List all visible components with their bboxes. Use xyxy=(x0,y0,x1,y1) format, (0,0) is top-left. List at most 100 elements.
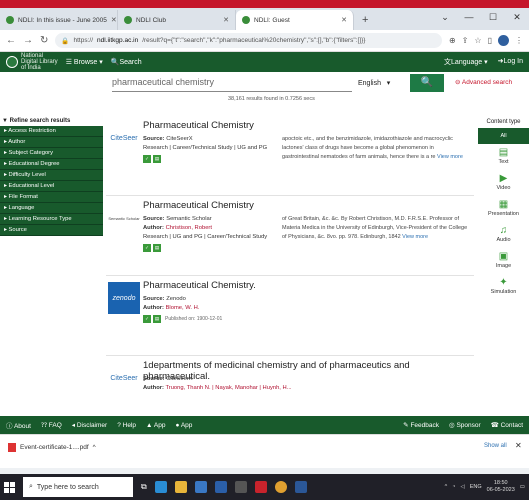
edge-icon[interactable] xyxy=(154,481,167,493)
footer-help[interactable]: ? Help xyxy=(117,422,136,429)
content-type-label: Simulation xyxy=(490,289,517,295)
windows-start-icon[interactable] xyxy=(4,481,15,493)
advanced-search-icon: ⊖ xyxy=(455,79,462,86)
ndl-logo[interactable]: National Digital Library of India xyxy=(6,53,58,71)
footer-disclaimer[interactable]: ◂ Disclaimer xyxy=(72,421,107,429)
browse-menu[interactable]: ☰ Browse ▾ xyxy=(66,58,103,66)
footer-app-1[interactable]: ▲ App xyxy=(146,422,165,429)
search-input[interactable]: pharmaceutical chemistry xyxy=(112,74,352,92)
facet-label: Language xyxy=(8,205,35,211)
forward-icon[interactable]: → xyxy=(23,35,33,46)
source-key: Source: xyxy=(143,296,165,302)
search-link[interactable]: 🔍Search xyxy=(111,58,142,66)
facet-difficulty-level[interactable]: ▸ Difficulty Level xyxy=(0,170,103,181)
notification-icon[interactable]: ▭ xyxy=(520,484,525,490)
volume-icon[interactable]: ◁ xyxy=(461,484,465,490)
video-icon: ▶ xyxy=(499,173,508,184)
close-download-bar-icon[interactable]: ✕ xyxy=(515,441,522,450)
search-button[interactable]: 🔍 xyxy=(410,74,444,92)
zoom-icon[interactable]: ⊕ xyxy=(449,36,456,45)
footer-feedback[interactable]: ✎ Feedback xyxy=(403,421,439,429)
tab-3[interactable]: NDLI: Guest ✕ xyxy=(236,10,354,30)
result-description: of Great Britain, &c. &c. By Robert Chri… xyxy=(282,215,472,242)
footer-label: Disclaimer xyxy=(76,422,108,429)
menu-icon[interactable]: ⋮ xyxy=(515,36,523,45)
share-icon[interactable]: ⇪ xyxy=(462,36,469,45)
author-value: Truong, Thanh N. | Nayak, Manohar | Huyn… xyxy=(165,385,292,391)
system-tray: ^ ◔ ◁ ENG 18:50 06-05-2023 ▭ xyxy=(445,480,525,494)
facet-author[interactable]: ▸ Author xyxy=(0,137,103,148)
content-type-text[interactable]: ▤ Text xyxy=(478,144,529,170)
login-link[interactable]: ➜Log In xyxy=(498,57,523,67)
taskbar-search[interactable]: ⌕ Type here to search xyxy=(23,477,133,497)
tab-search-icon[interactable]: ⌄ xyxy=(433,8,457,26)
window-controls: ⌄ — ☐ ✕ xyxy=(433,8,529,26)
content-type-audio[interactable]: ♫ Audio xyxy=(478,222,529,248)
site-header: National Digital Library of India ☰ Browse… xyxy=(0,52,529,72)
bookmark-icon[interactable]: ☆ xyxy=(474,36,481,45)
view-more-link[interactable]: View more xyxy=(402,234,428,240)
content-type-presentation[interactable]: ▦ Presentation xyxy=(478,196,529,222)
facet-file-format[interactable]: ▸ File Format xyxy=(0,192,103,203)
footer-sponsor[interactable]: ◎ Sponsor xyxy=(449,421,481,429)
close-window-icon[interactable]: ✕ xyxy=(505,8,529,26)
facet-access-restriction[interactable]: ▸ Access Restriction xyxy=(0,126,103,137)
footer-contact[interactable]: ☎ Contact xyxy=(491,421,523,429)
url-field[interactable]: 🔒 https:// ndl.iitkgp.ac.in/result?q={"t"… xyxy=(55,33,443,48)
explorer-icon[interactable] xyxy=(174,481,187,493)
show-all-button[interactable]: Show all xyxy=(484,443,507,449)
result-title[interactable]: Pharmaceutical Chemistry xyxy=(143,120,254,131)
word-icon[interactable] xyxy=(294,481,307,493)
new-tab-button[interactable]: + xyxy=(354,10,376,30)
facet-learning-resource-type[interactable]: ▸ Learning Resource Type xyxy=(0,214,103,225)
result-tags: Research | Career/Technical Study | UG a… xyxy=(143,145,268,151)
source-value: Zenodo xyxy=(166,296,186,302)
store-icon[interactable] xyxy=(194,481,207,493)
advanced-search-link[interactable]: ⊖ Advanced search xyxy=(455,78,512,86)
download-item[interactable]: Event-certificate-1....pdf ^ xyxy=(8,443,96,452)
result-title[interactable]: Pharmaceutical Chemistry. xyxy=(143,280,256,291)
wifi-icon[interactable]: ◔ xyxy=(452,484,455,490)
footer-app-2[interactable]: ● App xyxy=(175,422,192,429)
footer-about[interactable]: ⓘ About xyxy=(6,420,31,430)
tray-arrow-icon[interactable]: ^ xyxy=(445,484,448,490)
clock[interactable]: 18:50 06-05-2023 xyxy=(487,480,515,494)
facet-language[interactable]: ▸ Language xyxy=(0,203,103,214)
content-type-all[interactable]: All xyxy=(478,128,529,144)
facet-educational-degree[interactable]: ▸ Educational Degree xyxy=(0,159,103,170)
language-indicator[interactable]: ENG xyxy=(470,484,482,490)
close-tab-icon[interactable]: ✕ xyxy=(223,16,229,24)
avatar[interactable] xyxy=(498,35,509,46)
language-menu[interactable]: 文Language ▾ xyxy=(444,57,488,67)
result-description: apoctoic etc., and the benzimidazole, im… xyxy=(282,135,472,162)
result-title[interactable]: Pharmaceutical Chemistry xyxy=(143,200,254,211)
maximize-icon[interactable]: ☐ xyxy=(481,8,505,26)
facet-subject-category[interactable]: ▸ Subject Category xyxy=(0,148,103,159)
content-type-video[interactable]: ▶ Video xyxy=(478,170,529,196)
content-type-panel: Content type All ▤ Text ▶ Video ▦ Presentat… xyxy=(478,116,529,406)
language-select[interactable]: English ▾ xyxy=(358,74,402,92)
minimize-icon[interactable]: — xyxy=(457,8,481,26)
facet-educational-level[interactable]: ▸ Educational Level xyxy=(0,181,103,192)
chrome-icon[interactable] xyxy=(274,481,287,493)
footer-faq[interactable]: ⁇ FAQ xyxy=(41,421,62,429)
facet-label: Source xyxy=(8,227,27,233)
badges: ✓ ▤ xyxy=(143,244,279,252)
close-tab-icon[interactable]: ✕ xyxy=(341,16,347,24)
tab-1[interactable]: NDLI: In this issue - June 2005 ✕ xyxy=(0,10,118,30)
sidebar-icon[interactable]: ▯ xyxy=(488,36,492,45)
close-tab-icon[interactable]: ✕ xyxy=(111,16,117,24)
content-type-simulation[interactable]: ✦ Simulation xyxy=(478,274,529,300)
reload-icon[interactable]: ↻ xyxy=(40,35,48,46)
task-view-icon[interactable]: ⧉ xyxy=(141,482,147,492)
back-icon[interactable]: ← xyxy=(6,35,16,46)
app-icon[interactable] xyxy=(234,481,247,493)
content-type-image[interactable]: ▣ Image xyxy=(478,248,529,274)
language-label: Language xyxy=(451,59,483,66)
mail-icon[interactable] xyxy=(214,481,227,493)
facet-source[interactable]: ▸ Source xyxy=(0,225,103,236)
acrobat-icon[interactable] xyxy=(254,481,267,493)
view-more-link[interactable]: View more xyxy=(437,154,463,160)
browser-actions: ⊕ ⇪ ☆ ▯ ⋮ xyxy=(449,35,523,46)
tab-2[interactable]: NDLI Club ✕ xyxy=(118,10,236,30)
